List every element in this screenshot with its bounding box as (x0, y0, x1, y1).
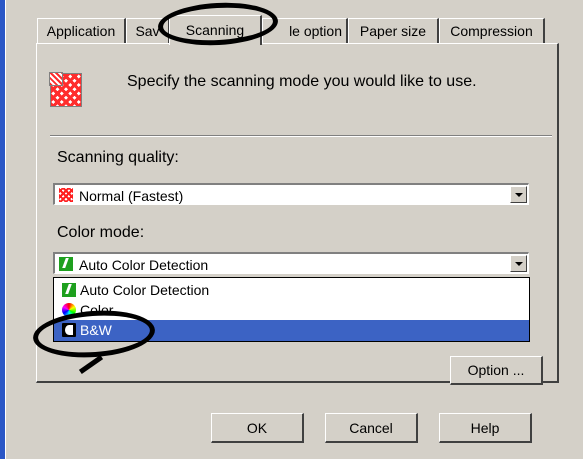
header-text: Specify the scanning mode you would like… (127, 73, 477, 90)
color-mode-value: Auto Color Detection (79, 257, 209, 273)
auto-color-icon (62, 283, 76, 297)
chevron-down-icon[interactable] (510, 255, 527, 272)
tab-paper-size[interactable]: Paper size (348, 18, 439, 43)
scanning-quality-select[interactable]: Normal (Fastest) (53, 183, 529, 205)
color-mode-label: Color mode: (57, 224, 145, 241)
separator (50, 135, 552, 137)
color-mode-select[interactable]: Auto Color Detection (53, 252, 529, 274)
scan-mode-icon (49, 72, 82, 107)
chevron-down-icon[interactable] (510, 186, 527, 203)
auto-color-icon (59, 257, 73, 271)
list-item-auto-color[interactable]: Auto Color Detection (54, 280, 529, 301)
dialog: Application Sav Scanning le option Paper… (6, 0, 583, 459)
quality-value: Normal (Fastest) (79, 188, 184, 204)
quality-icon (59, 188, 73, 202)
tab-application[interactable]: Application (37, 18, 126, 43)
window-edge (0, 0, 5, 459)
cancel-button[interactable]: Cancel (325, 413, 418, 443)
ok-button[interactable]: OK (211, 413, 304, 443)
scanning-quality-label: Scanning quality: (57, 149, 179, 166)
tab-compression[interactable]: Compression (439, 18, 545, 43)
help-button[interactable]: Help (439, 413, 532, 443)
option-button[interactable]: Option ... (450, 356, 543, 385)
